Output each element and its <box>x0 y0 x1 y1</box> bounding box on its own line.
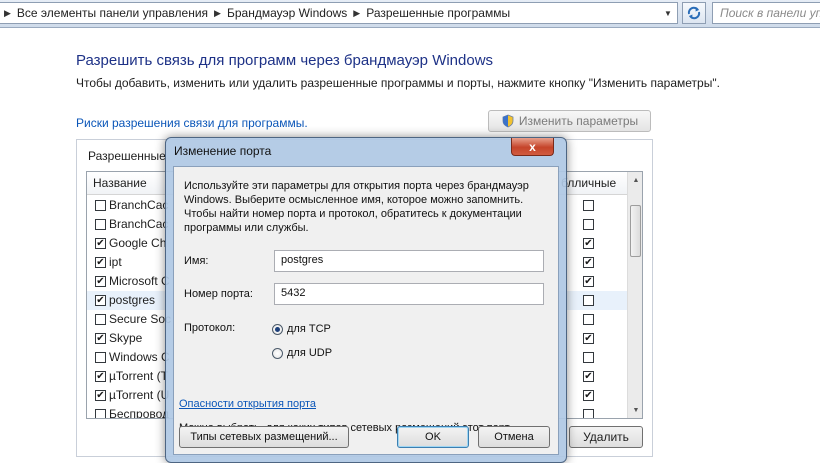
risk-link[interactable]: Риски разрешения связи для программы. <box>76 116 308 130</box>
public-checkbox[interactable]: ✔ <box>583 257 594 268</box>
cancel-button[interactable]: Отмена <box>478 426 550 448</box>
breadcrumb-item-control-panel[interactable]: Все элементы панели управления <box>17 6 208 20</box>
public-checkbox[interactable] <box>583 200 594 211</box>
remove-button[interactable]: Удалить <box>569 426 643 448</box>
program-name: BranchCac <box>109 198 169 212</box>
scroll-thumb[interactable] <box>630 205 641 257</box>
allowed-programs-group-label: Разрешенные <box>88 149 166 163</box>
public-checkbox[interactable]: ✔ <box>583 390 594 401</box>
page-description: Чтобы добавить, изменить или удалить раз… <box>76 76 720 90</box>
program-checkbox[interactable]: ✔ <box>95 257 106 268</box>
ok-button[interactable]: OK <box>397 426 469 448</box>
program-name: Google Ch <box>109 236 167 250</box>
program-checkbox[interactable] <box>95 409 106 418</box>
program-name: Microsoft C <box>109 274 170 288</box>
program-name: ipt <box>109 255 122 269</box>
address-bar: ▶ Все элементы панели управления ▶ Бранд… <box>0 0 820 28</box>
program-name: postgres <box>109 293 156 307</box>
program-checkbox[interactable]: ✔ <box>95 238 106 249</box>
protocol-tcp-option[interactable]: для TCP <box>272 323 331 335</box>
program-name: Skype <box>109 331 143 345</box>
scrollbar[interactable]: ▲ ▼ <box>627 172 642 418</box>
program-name: BranchCac <box>109 217 169 231</box>
network-types-button[interactable]: Типы сетевых размещений... <box>179 426 349 448</box>
close-button[interactable]: x <box>511 138 554 156</box>
program-checkbox[interactable]: ✔ <box>95 390 106 401</box>
program-checkbox[interactable]: ✔ <box>95 276 106 287</box>
radio-tcp[interactable] <box>272 323 283 335</box>
search-input[interactable]: Поиск в панели управления <box>712 2 820 24</box>
change-settings-button[interactable]: Изменить параметры <box>488 110 651 132</box>
chevron-right-icon[interactable]: ▶ <box>0 8 17 19</box>
public-checkbox[interactable]: ✔ <box>583 333 594 344</box>
protocol-tcp-label: для TCP <box>287 323 331 335</box>
column-header-name[interactable]: Название <box>93 176 147 190</box>
breadcrumb[interactable]: ▶ Все элементы панели управления ▶ Бранд… <box>0 2 678 24</box>
scroll-down-icon[interactable]: ▼ <box>628 402 642 418</box>
dialog-content: Используйте эти параметры для открытия п… <box>173 166 559 455</box>
program-checkbox[interactable] <box>95 200 106 211</box>
close-icon: x <box>529 139 536 154</box>
port-dangers-link[interactable]: Опасности открытия порта <box>179 398 316 410</box>
shield-icon <box>502 114 514 128</box>
chevron-down-icon[interactable]: ▼ <box>661 6 675 20</box>
port-field[interactable]: 5432 <box>274 283 544 305</box>
breadcrumb-item-allowed-programs[interactable]: Разрешенные программы <box>366 6 510 20</box>
public-checkbox[interactable] <box>583 295 594 306</box>
chevron-right-icon[interactable]: ▶ <box>347 8 366 19</box>
change-settings-label: Изменить параметры <box>518 114 639 128</box>
column-header-public[interactable]: блличные <box>561 176 616 190</box>
program-name: µTorrent (T <box>109 369 168 383</box>
chevron-right-icon[interactable]: ▶ <box>208 8 227 19</box>
page-title: Разрешить связь для программ через бранд… <box>76 52 494 69</box>
program-name: µTorrent (U <box>109 388 170 402</box>
refresh-button[interactable] <box>682 2 706 24</box>
program-checkbox[interactable] <box>95 314 106 325</box>
port-label: Номер порта: <box>184 288 253 300</box>
program-checkbox[interactable] <box>95 352 106 363</box>
edit-port-dialog: Изменение порта x Используйте эти параме… <box>165 137 567 463</box>
program-checkbox[interactable]: ✔ <box>95 295 106 306</box>
public-checkbox[interactable] <box>583 219 594 230</box>
public-checkbox[interactable] <box>583 409 594 418</box>
program-checkbox[interactable]: ✔ <box>95 371 106 382</box>
dialog-description: Используйте эти параметры для открытия п… <box>184 180 529 234</box>
breadcrumb-item-firewall[interactable]: Брандмауэр Windows <box>227 6 347 20</box>
radio-udp[interactable] <box>272 347 283 359</box>
name-label: Имя: <box>184 255 209 267</box>
program-checkbox[interactable]: ✔ <box>95 333 106 344</box>
public-checkbox[interactable] <box>583 352 594 363</box>
name-field[interactable]: postgres <box>274 250 544 272</box>
program-name: Беспровод <box>109 407 170 419</box>
protocol-label: Протокол: <box>184 322 236 334</box>
program-name: Windows C <box>109 350 170 364</box>
public-checkbox[interactable]: ✔ <box>583 238 594 249</box>
public-checkbox[interactable] <box>583 314 594 325</box>
protocol-udp-option[interactable]: для UDP <box>272 347 332 359</box>
public-checkbox[interactable]: ✔ <box>583 276 594 287</box>
public-checkbox[interactable]: ✔ <box>583 371 594 382</box>
scroll-up-icon[interactable]: ▲ <box>628 172 642 188</box>
program-name: Secure Soc <box>109 312 172 326</box>
dialog-title: Изменение порта <box>174 144 272 158</box>
program-checkbox[interactable] <box>95 219 106 230</box>
protocol-udp-label: для UDP <box>287 347 333 359</box>
refresh-icon <box>687 6 701 20</box>
